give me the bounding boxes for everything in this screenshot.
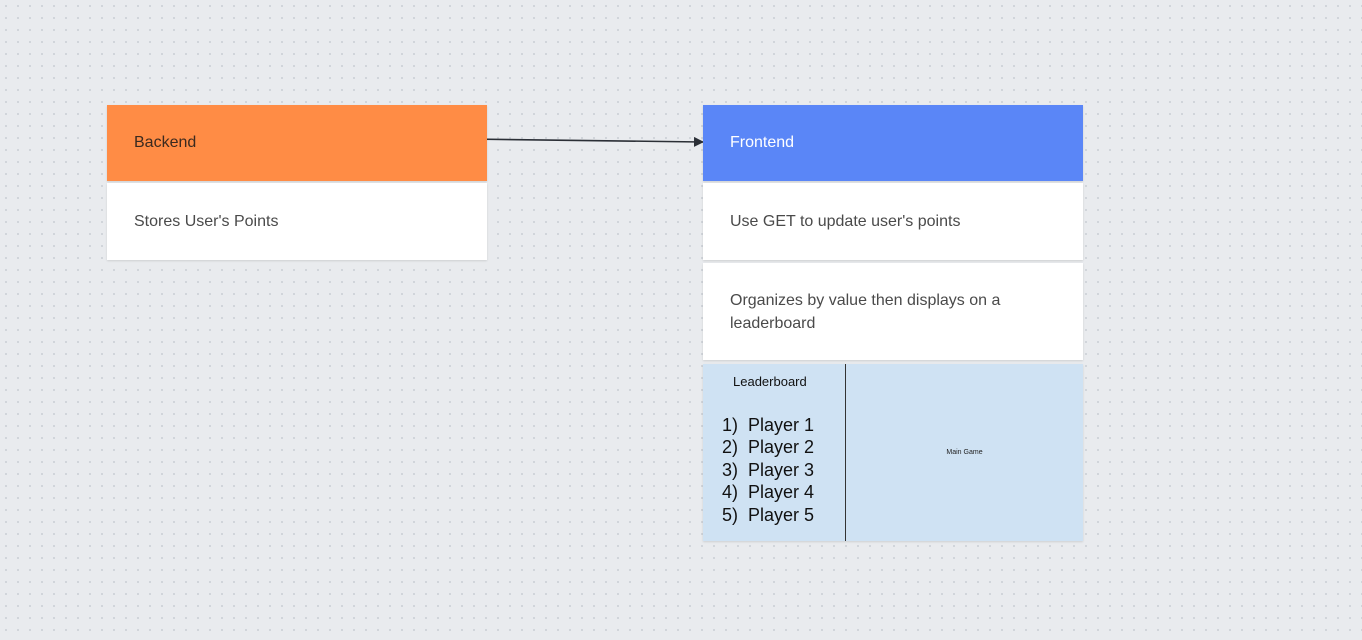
- frontend-row-text: Use GET to update user's points: [730, 213, 961, 230]
- player-rank: 3): [722, 459, 739, 480]
- player-name: Player 2: [748, 437, 815, 458]
- player-name: Player 5: [748, 504, 815, 525]
- player-name: Player 3: [748, 459, 815, 480]
- frontend-row-text: Organizes by value then displays on a le…: [730, 291, 1001, 332]
- main-game-label: Main Game: [946, 449, 983, 456]
- leaderboard-title: Leaderboard: [733, 374, 807, 389]
- player-rank: 5): [722, 504, 739, 525]
- arrow-right-icon: [466, 136, 704, 147]
- backend-to-frontend-connector[interactable]: [0, 0, 1362, 640]
- list-item: 2) Player 2: [722, 436, 814, 458]
- player-list: 1) Player 1 2) Player 2 3) Player 3 4) P…: [722, 414, 814, 526]
- player-rank: 1): [722, 415, 739, 435]
- list-item: 1) Player 1: [722, 414, 814, 436]
- backend-card-header[interactable]: Backend: [107, 105, 487, 181]
- backend-card-row[interactable]: Stores User's Points: [107, 183, 487, 260]
- frontend-card-row[interactable]: Organizes by value then displays on a le…: [703, 263, 1083, 360]
- frontend-card-row[interactable]: Use GET to update user's points: [703, 183, 1083, 260]
- backend-title: Backend: [134, 134, 197, 151]
- player-name: Player 1: [748, 415, 815, 435]
- player-rank: 4): [722, 482, 739, 503]
- player-name: Player 4: [748, 482, 815, 503]
- list-item: 4) Player 4: [722, 481, 814, 503]
- list-item: 3) Player 3: [722, 459, 814, 481]
- leaderboard-mockup-image[interactable]: Leaderboard 1) Player 1 2) Player 2 3) P…: [703, 364, 1083, 541]
- list-item: 5) Player 5: [722, 504, 814, 526]
- player-rank: 2): [722, 437, 739, 458]
- backend-row-text: Stores User's Points: [134, 213, 279, 230]
- frontend-title: Frontend: [730, 134, 795, 151]
- frontend-card-header[interactable]: Frontend: [703, 105, 1083, 181]
